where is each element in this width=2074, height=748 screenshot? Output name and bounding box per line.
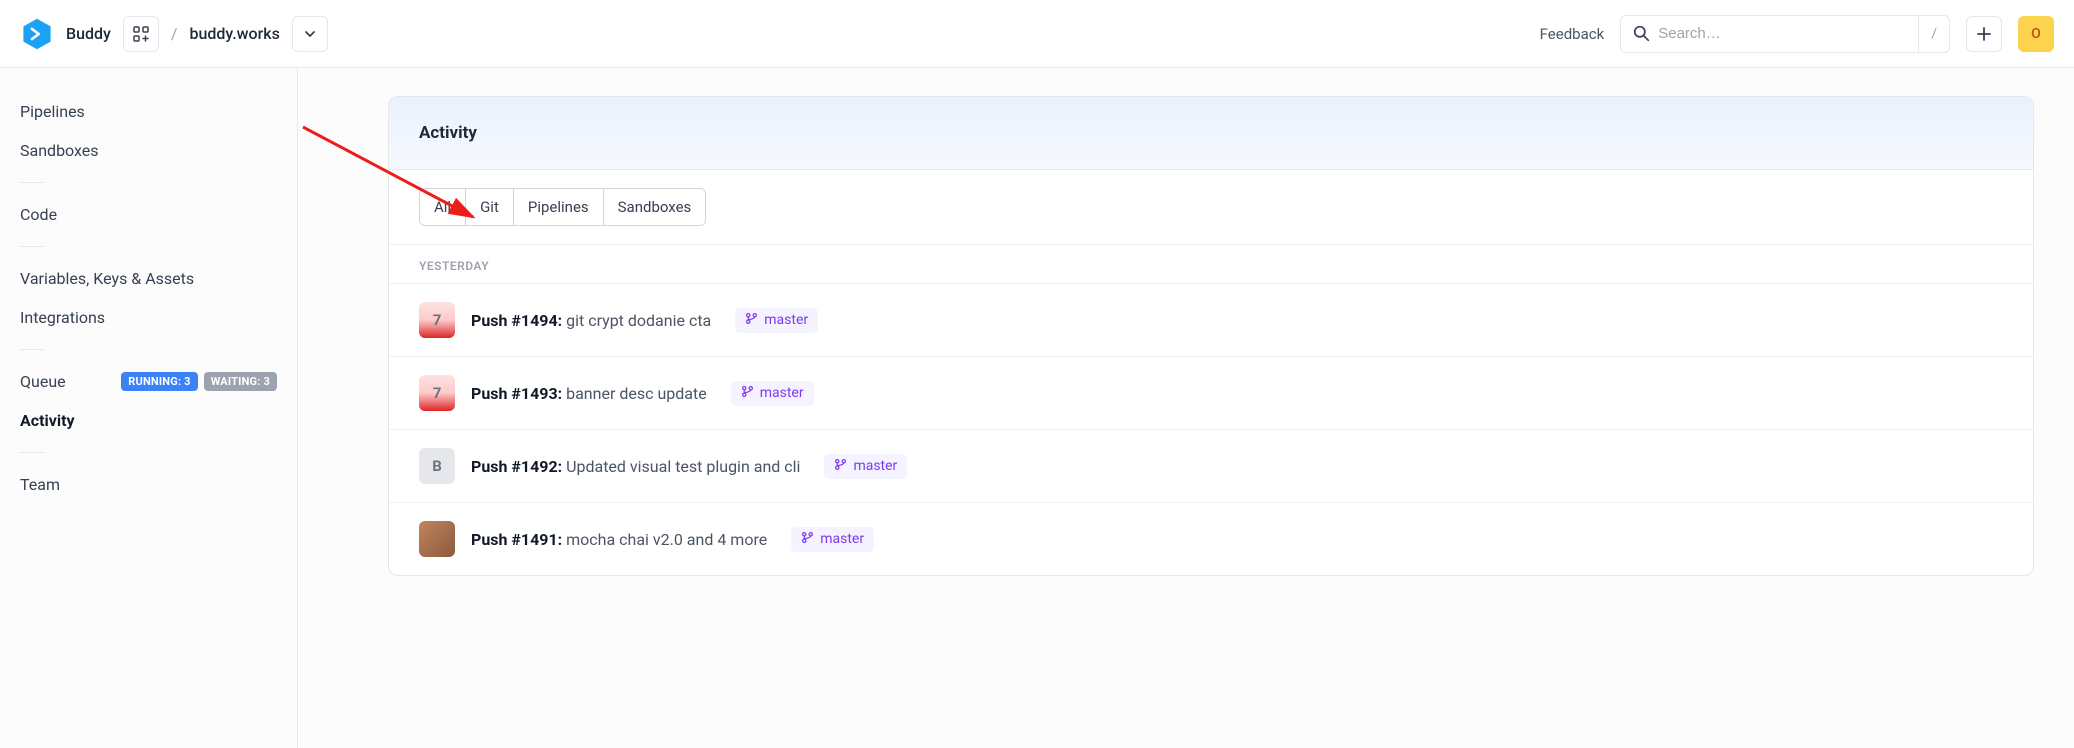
sidebar-item-code[interactable]: Code [20, 195, 277, 234]
branch-icon [801, 531, 814, 548]
feedback-link[interactable]: Feedback [1540, 25, 1605, 43]
tab-all[interactable]: All [420, 189, 466, 225]
sidebar-divider [20, 349, 44, 350]
activity-panel: Activity All Git Pipelines Sandboxes YES… [388, 96, 2034, 576]
sidebar-label: Sandboxes [20, 141, 99, 160]
sidebar-label: Code [20, 205, 57, 224]
sidebar-item-pipelines[interactable]: Pipelines [20, 92, 277, 131]
add-button[interactable] [1966, 16, 2002, 52]
activity-list: 7 Push #1494: git crypt dodanie cta master… [389, 283, 2033, 575]
row-text: Push #1491: mocha chai v2.0 and 4 more [471, 530, 767, 549]
panel-title: Activity [389, 97, 2033, 170]
sidebar-divider [20, 452, 44, 453]
waiting-badge: WAITING: 3 [204, 372, 277, 391]
main-layout: Pipelines Sandboxes Code Variables, Keys… [0, 68, 2074, 748]
sidebar-item-sandboxes[interactable]: Sandboxes [20, 131, 277, 170]
branch-name: master [764, 312, 808, 328]
sidebar-item-team[interactable]: Team [20, 465, 277, 504]
tab-sandboxes[interactable]: Sandboxes [604, 189, 706, 225]
running-badge: RUNNING: 3 [121, 372, 197, 391]
sidebar-divider [20, 182, 44, 183]
row-avatar: 7 [419, 375, 455, 411]
sidebar-label: Integrations [20, 308, 105, 327]
search-box[interactable]: / [1620, 15, 1950, 53]
queue-badges: RUNNING: 3 WAITING: 3 [121, 372, 277, 391]
sidebar-label: Team [20, 475, 60, 494]
sidebar-label: Variables, Keys & Assets [20, 269, 194, 288]
activity-tabs-row: All Git Pipelines Sandboxes [389, 170, 2033, 245]
search-input[interactable] [1658, 25, 1918, 42]
user-avatar[interactable]: O [2018, 16, 2054, 52]
branch-tag[interactable]: master [791, 527, 874, 552]
branch-icon [834, 458, 847, 475]
row-text: Push #1494: git crypt dodanie cta [471, 311, 711, 330]
row-text: Push #1493: banner desc update [471, 384, 707, 403]
row-avatar: 7 [419, 302, 455, 338]
header-left: Buddy / buddy.works [20, 16, 328, 52]
row-avatar [419, 521, 455, 557]
sidebar-label: Pipelines [20, 102, 85, 121]
project-dropdown-button[interactable] [292, 16, 328, 52]
main-content: Activity All Git Pipelines Sandboxes YES… [298, 68, 2074, 748]
section-yesterday: YESTERDAY [389, 245, 2033, 283]
branch-tag[interactable]: master [824, 454, 907, 479]
sidebar-item-activity[interactable]: Activity [20, 401, 277, 440]
branch-tag[interactable]: master [735, 308, 818, 333]
search-shortcut: / [1918, 16, 1949, 52]
tab-pipelines[interactable]: Pipelines [514, 189, 604, 225]
activity-row[interactable]: B Push #1492: Updated visual test plugin … [389, 429, 2033, 502]
tab-git[interactable]: Git [466, 189, 514, 225]
branch-icon [741, 385, 754, 402]
top-header: Buddy / buddy.works Feedback / O [0, 0, 2074, 68]
brand-name[interactable]: Buddy [66, 24, 111, 43]
breadcrumb-separator: / [171, 24, 178, 43]
sidebar-item-queue[interactable]: Queue RUNNING: 3 WAITING: 3 [20, 362, 277, 401]
sidebar-label: Activity [20, 411, 75, 430]
activity-row[interactable]: 7 Push #1493: banner desc update master [389, 356, 2033, 429]
sidebar-item-integrations[interactable]: Integrations [20, 298, 277, 337]
sidebar-item-variables[interactable]: Variables, Keys & Assets [20, 259, 277, 298]
activity-tab-group: All Git Pipelines Sandboxes [419, 188, 706, 226]
branch-name: master [820, 531, 864, 547]
row-text: Push #1492: Updated visual test plugin a… [471, 457, 800, 476]
sidebar-divider [20, 246, 44, 247]
branch-name: master [853, 458, 897, 474]
buddy-logo[interactable] [20, 17, 54, 51]
search-icon [1621, 25, 1658, 42]
sidebar: Pipelines Sandboxes Code Variables, Keys… [0, 68, 298, 748]
activity-row[interactable]: Push #1491: mocha chai v2.0 and 4 more ma… [389, 502, 2033, 575]
sidebar-label: Queue [20, 372, 66, 391]
branch-tag[interactable]: master [731, 381, 814, 406]
apps-switcher-button[interactable] [123, 16, 159, 52]
breadcrumb-project[interactable]: buddy.works [189, 24, 279, 43]
activity-row[interactable]: 7 Push #1494: git crypt dodanie cta master [389, 283, 2033, 356]
branch-name: master [760, 385, 804, 401]
branch-icon [745, 312, 758, 329]
row-avatar: B [419, 448, 455, 484]
header-right: Feedback / O [1540, 15, 2054, 53]
